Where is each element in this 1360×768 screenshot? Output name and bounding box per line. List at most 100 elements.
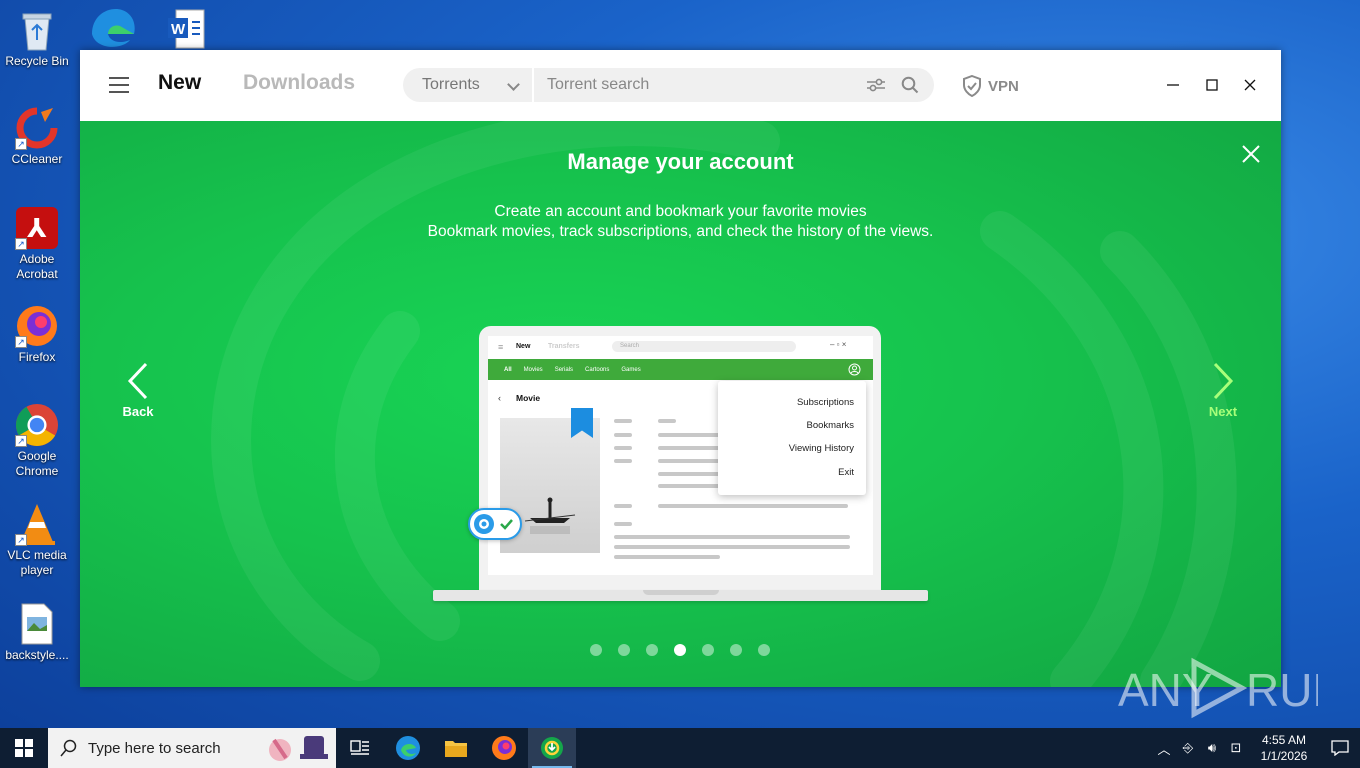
placeholder-line — [614, 555, 720, 559]
eye-check-icon — [474, 514, 513, 534]
placeholder-line — [614, 446, 632, 450]
close-icon — [1244, 79, 1256, 91]
placeholder-line — [658, 419, 676, 423]
taskbar-clock[interactable]: 4:55 AM 1/1/2026 — [1248, 732, 1320, 764]
placeholder-line — [614, 459, 632, 463]
taskbar-torrent-app[interactable] — [528, 728, 576, 768]
illustration-menu-subscriptions: Subscriptions — [796, 397, 854, 408]
onboarding-subtitle-line-2: Bookmark movies, track subscriptions, an… — [427, 223, 934, 240]
notification-center-button[interactable] — [1320, 728, 1360, 768]
maximize-icon — [1206, 79, 1218, 91]
illustration-menu-icon: ≡ — [498, 342, 504, 352]
desktop-icon-vlc[interactable]: ↗ VLC media player — [2, 502, 72, 578]
torrent-search-input[interactable] — [534, 68, 866, 102]
illustration-search: Search — [612, 341, 796, 352]
desktop-icon-firefox[interactable]: ↗ Firefox — [2, 304, 72, 365]
back-button[interactable]: Back — [116, 362, 160, 419]
step-dot-5[interactable] — [702, 644, 714, 656]
illustration-menu-bookmarks: Bookmarks — [806, 420, 854, 431]
illustration-back-arrow-icon: ‹ — [498, 393, 501, 403]
desktop-icon-google-chrome[interactable]: ↗ Google Chrome — [2, 403, 72, 479]
next-button[interactable]: Next — [1201, 362, 1245, 419]
meet-now-icon[interactable]: ⎆ — [1176, 740, 1200, 756]
illustration-screen: ≡ New Transfers Search – ▫ × All Movies … — [488, 336, 873, 575]
user-account-icon — [848, 363, 861, 376]
illustration-page-title: Movie — [516, 393, 541, 403]
shortcut-arrow-icon: ↗ — [15, 238, 27, 250]
placeholder-line — [614, 535, 850, 539]
vlc-icon: ↗ — [15, 502, 59, 546]
network-icon[interactable]: ⊡ — [1224, 740, 1248, 756]
firefox-icon: ↗ — [15, 304, 59, 348]
illustration-tab: Games — [621, 366, 641, 373]
hamburger-menu-icon[interactable] — [109, 77, 129, 93]
recycle-bin-icon — [15, 8, 59, 52]
laptop-illustration: ≡ New Transfers Search – ▫ × All Movies … — [479, 326, 881, 591]
step-dot-1[interactable] — [590, 644, 602, 656]
windows-logo-icon — [15, 739, 33, 757]
notification-icon — [1331, 740, 1349, 756]
taskbar-search-box[interactable]: Type here to search — [48, 728, 336, 768]
illustration-titlebar: ≡ New Transfers Search – ▫ × — [488, 336, 873, 358]
nav-tab-new[interactable]: New — [158, 71, 201, 95]
word-desktop-icon[interactable]: W — [166, 8, 206, 50]
nav-tab-downloads[interactable]: Downloads — [243, 71, 355, 95]
system-tray: ︿ ⎆ 🔊︎ ⊡ 4:55 AM 1/1/2026 — [1152, 728, 1360, 768]
step-dot-2[interactable] — [618, 644, 630, 656]
desktop-icon-recycle-bin[interactable]: Recycle Bin — [2, 8, 72, 69]
search-icon[interactable] — [900, 75, 920, 95]
shortcut-arrow-icon: ↗ — [15, 138, 27, 150]
placeholder-line — [658, 446, 722, 450]
minimize-button[interactable] — [1161, 74, 1185, 96]
desktop-icon-ccleaner[interactable]: ↗ CCleaner — [2, 106, 72, 167]
vpn-label: VPN — [988, 77, 1019, 95]
shortcut-arrow-icon: ↗ — [15, 435, 27, 447]
firefox-icon — [492, 736, 516, 760]
desktop-icons: Recycle Bin ↗ CCleaner ⅄ ↗ Adobe Acrobat… — [0, 0, 76, 726]
illustration-tab: All — [504, 366, 512, 373]
illustration-tab: Movies — [523, 366, 543, 373]
step-dot-3[interactable] — [646, 644, 658, 656]
svg-text:RUN: RUN — [1246, 664, 1318, 716]
svg-text:ANY: ANY — [1118, 664, 1213, 716]
torrent-app-icon — [541, 737, 563, 759]
close-window-button[interactable] — [1238, 74, 1262, 96]
task-view-icon — [350, 740, 369, 755]
illustration-menu-viewing-history: Viewing History — [788, 443, 854, 454]
illustration-menu-exit: Exit — [838, 467, 854, 478]
image-file-icon — [15, 602, 59, 646]
filter-settings-icon[interactable] — [866, 75, 886, 95]
placeholder-line — [614, 433, 632, 437]
clock-time: 4:55 AM — [1261, 733, 1307, 747]
desktop-icon-adobe-acrobat[interactable]: ⅄ ↗ Adobe Acrobat — [2, 206, 72, 282]
watched-toggle-illustration — [468, 508, 522, 540]
app-titlebar: New Downloads Torrents VPN — [80, 50, 1281, 121]
laptop-notch — [643, 590, 719, 595]
taskbar-file-explorer[interactable] — [432, 728, 480, 768]
shortcut-arrow-icon: ↗ — [15, 336, 27, 348]
vpn-button[interactable]: VPN — [962, 75, 1019, 97]
placeholder-line — [614, 522, 632, 526]
search-category-select[interactable]: Torrents — [403, 68, 534, 102]
clock-date: 1/1/2026 — [1260, 749, 1308, 763]
illustration-tab: Serials — [554, 366, 574, 373]
step-dot-4-active[interactable] — [674, 644, 686, 656]
placeholder-line — [658, 459, 722, 463]
volume-icon[interactable]: 🔊︎ — [1200, 740, 1224, 756]
taskbar-firefox[interactable] — [480, 728, 528, 768]
chevron-up-icon[interactable]: ︿ — [1152, 739, 1176, 758]
onboarding-panel: Manage your account Create an account an… — [80, 121, 1281, 687]
placeholder-line — [614, 545, 850, 549]
back-label: Back — [122, 404, 154, 419]
placeholder-line — [614, 419, 632, 423]
task-view-button[interactable] — [336, 728, 384, 768]
taskbar-edge[interactable] — [384, 728, 432, 768]
step-dot-6[interactable] — [730, 644, 742, 656]
search-category-label: Torrents — [422, 76, 480, 93]
step-dot-7[interactable] — [758, 644, 770, 656]
desktop-icon-backstyle[interactable]: backstyle.... — [2, 602, 72, 663]
edge-desktop-icon[interactable] — [88, 4, 138, 50]
shield-check-icon — [963, 75, 981, 97]
maximize-button[interactable] — [1200, 74, 1224, 96]
start-button[interactable] — [0, 728, 48, 768]
